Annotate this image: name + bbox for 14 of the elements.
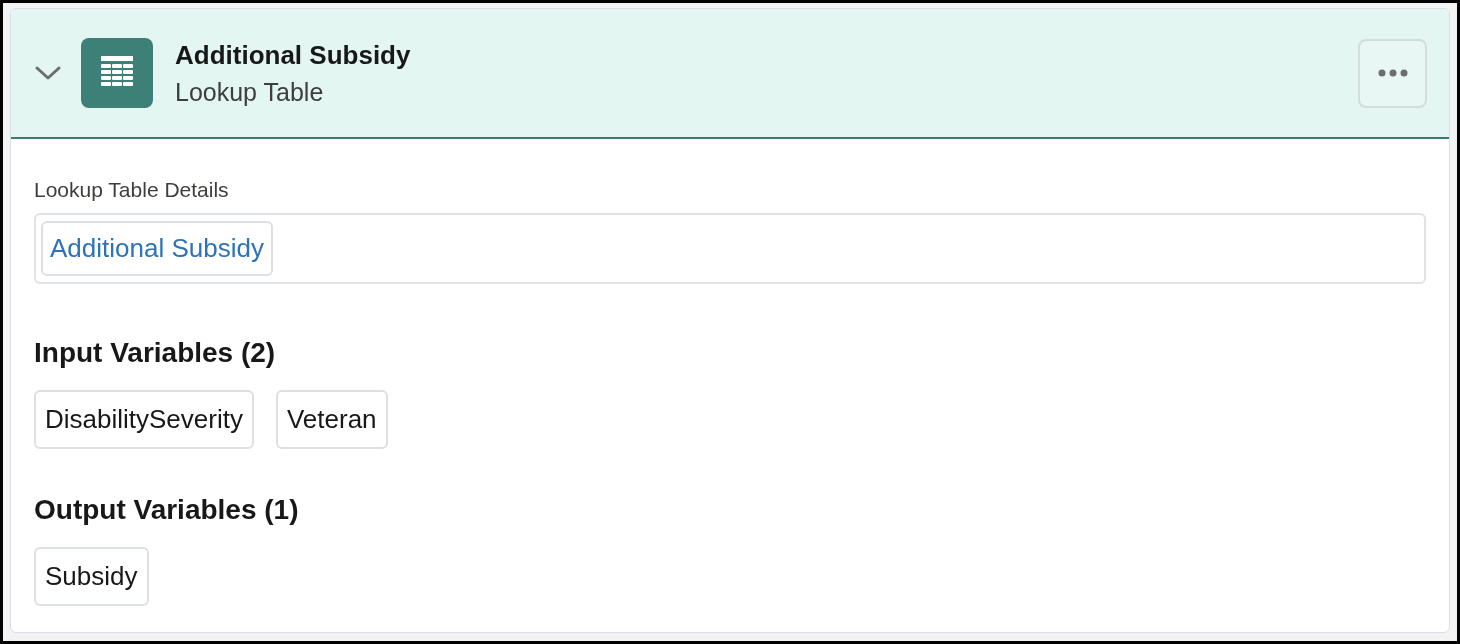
variable-pill: DisabilitySeverity — [34, 390, 254, 449]
chevron-down-icon — [34, 65, 62, 81]
more-actions-button[interactable] — [1358, 38, 1427, 108]
variable-pill: Subsidy — [34, 547, 149, 606]
lookup-table-field[interactable]: Additional Subsidy — [34, 213, 1426, 284]
variable-pill: Veteran — [275, 390, 388, 449]
lookup-table-link[interactable]: Additional Subsidy — [41, 221, 273, 276]
more-icon — [1377, 69, 1408, 77]
section-heading: Output Variables (1) — [34, 493, 300, 527]
table-icon — [81, 38, 153, 108]
card-title: Additional Subsidy — [175, 39, 411, 71]
field-label: Lookup Table Details — [34, 177, 230, 203]
card-subtitle: Lookup Table — [175, 77, 325, 107]
section-heading: Input Variables (2) — [34, 336, 277, 370]
